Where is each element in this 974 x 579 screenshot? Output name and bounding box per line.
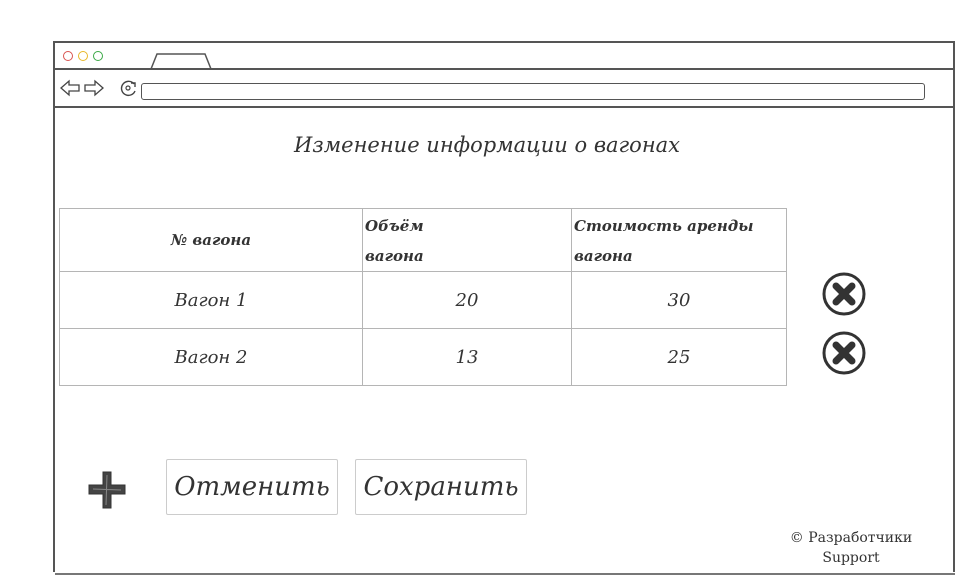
header-cost-line1: Стоимость аренды [574, 217, 754, 235]
header-wagon-volume: Объём вагона [362, 208, 572, 272]
minimize-window-dot[interactable] [78, 51, 88, 61]
page-title: Изменение информации о вагонах [293, 133, 681, 157]
footer-credit: © Разработчики Support [776, 528, 926, 568]
forward-arrow-icon[interactable] [84, 79, 104, 97]
browser-navbar [55, 70, 953, 108]
back-arrow-icon[interactable] [60, 79, 80, 97]
window-titlebar [55, 43, 953, 70]
wagons-table: № вагона Объём вагона Стоимость аренды в… [59, 208, 787, 386]
wagon-cost-cell[interactable]: 25 [571, 328, 787, 386]
save-button[interactable]: Сохранить [355, 459, 527, 515]
header-rental-cost: Стоимость аренды вагона [571, 208, 787, 272]
footer-developers: © Разработчики [789, 530, 913, 546]
reload-icon[interactable] [119, 79, 139, 97]
wagon-name-cell[interactable]: Вагон 1 [59, 271, 363, 329]
header-wagon-number: № вагона [59, 208, 363, 272]
delete-row-2-button[interactable] [821, 330, 867, 376]
bottom-divider [55, 573, 955, 575]
header-cost-line2: вагона [574, 247, 633, 265]
cancel-button[interactable]: Отменить [166, 459, 338, 515]
wagon-volume-cell[interactable]: 13 [362, 328, 572, 386]
header-volume-line2: вагона [365, 247, 424, 265]
table-row: Вагон 1 20 30 [59, 271, 787, 329]
delete-row-1-button[interactable] [821, 271, 867, 317]
header-volume-line1: Объём [365, 217, 424, 235]
maximize-window-dot[interactable] [93, 51, 103, 61]
add-row-button[interactable] [87, 470, 127, 510]
table-row: Вагон 2 13 25 [59, 328, 787, 386]
wagon-name-cell[interactable]: Вагон 2 [59, 328, 363, 386]
address-bar[interactable] [141, 83, 925, 100]
table-header-row: № вагона Объём вагона Стоимость аренды в… [59, 208, 787, 272]
wagon-cost-cell[interactable]: 30 [571, 271, 787, 329]
footer-support: Support [822, 550, 880, 566]
browser-tab[interactable] [150, 53, 212, 69]
wagon-volume-cell[interactable]: 20 [362, 271, 572, 329]
close-window-dot[interactable] [63, 51, 73, 61]
